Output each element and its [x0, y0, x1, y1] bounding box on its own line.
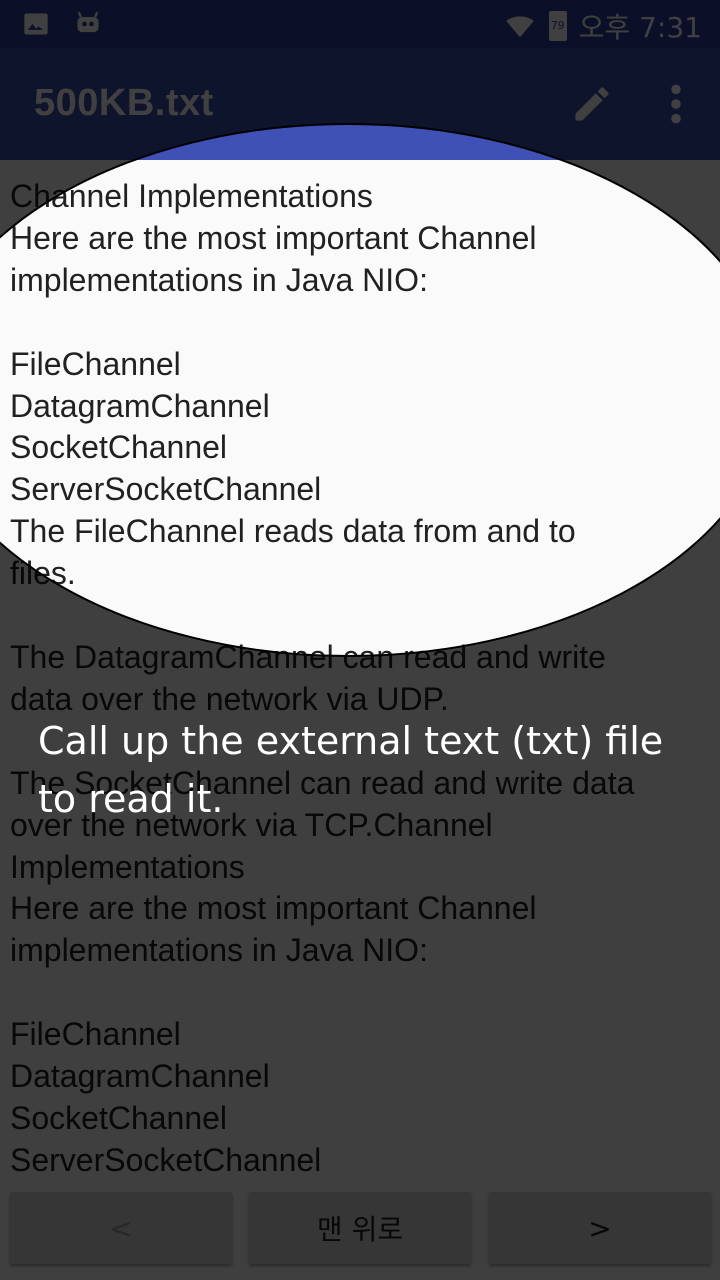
document-line: ServerSocketChannel: [10, 471, 322, 508]
document-line: ServerSocketChannel: [10, 1141, 322, 1178]
document-line: Here are the most important Channel: [10, 219, 537, 256]
document-line: The DatagramChannel can read and write: [10, 638, 606, 675]
wifi-icon: [505, 16, 534, 38]
app-bar: 500KB.txt: [0, 48, 720, 160]
document-text[interactable]: Channel Implementations Here are the most…: [10, 176, 710, 1186]
battery-icon: 79: [548, 11, 567, 41]
document-blank-line: [10, 302, 710, 344]
document-line: Here are the most important Channel: [10, 890, 537, 927]
android-debug-icon: [77, 11, 99, 33]
more-vert-icon[interactable]: [664, 82, 688, 126]
edit-icon[interactable]: [570, 82, 614, 126]
document-line: Channel Implementations: [10, 178, 373, 214]
status-bar: 79 오후 7:31: [0, 0, 720, 48]
document-line: implementations in Java NIO:: [10, 261, 428, 298]
scroll-to-top-button[interactable]: 맨 위로: [249, 1192, 471, 1264]
document-line: Implementations: [10, 848, 245, 885]
previous-page-button[interactable]: <: [10, 1192, 232, 1264]
next-page-button[interactable]: >: [489, 1192, 711, 1264]
document-title: 500KB.txt: [34, 82, 214, 124]
document-line: SocketChannel: [10, 429, 228, 466]
document-line: FileChannel: [10, 345, 181, 382]
document-blank-line: [10, 972, 710, 1014]
image-icon: [24, 13, 48, 35]
document-line: The FileChannel reads data from and to: [10, 513, 576, 550]
document-line: DatagramChannel: [10, 1058, 270, 1095]
coach-mark-text: Call up the external text (txt) file to …: [38, 719, 664, 821]
document-line: SocketChannel: [10, 1099, 228, 1136]
bottom-nav: < 맨 위로 >: [0, 1186, 720, 1280]
document-line: implementations in Java NIO:: [10, 932, 428, 969]
document-blank-line: [10, 595, 710, 637]
status-time: 오후 7:31: [578, 11, 702, 44]
document-line: FileChannel: [10, 1016, 181, 1053]
document-line: DatagramChannel: [10, 387, 270, 424]
document-line: files.: [10, 555, 76, 592]
